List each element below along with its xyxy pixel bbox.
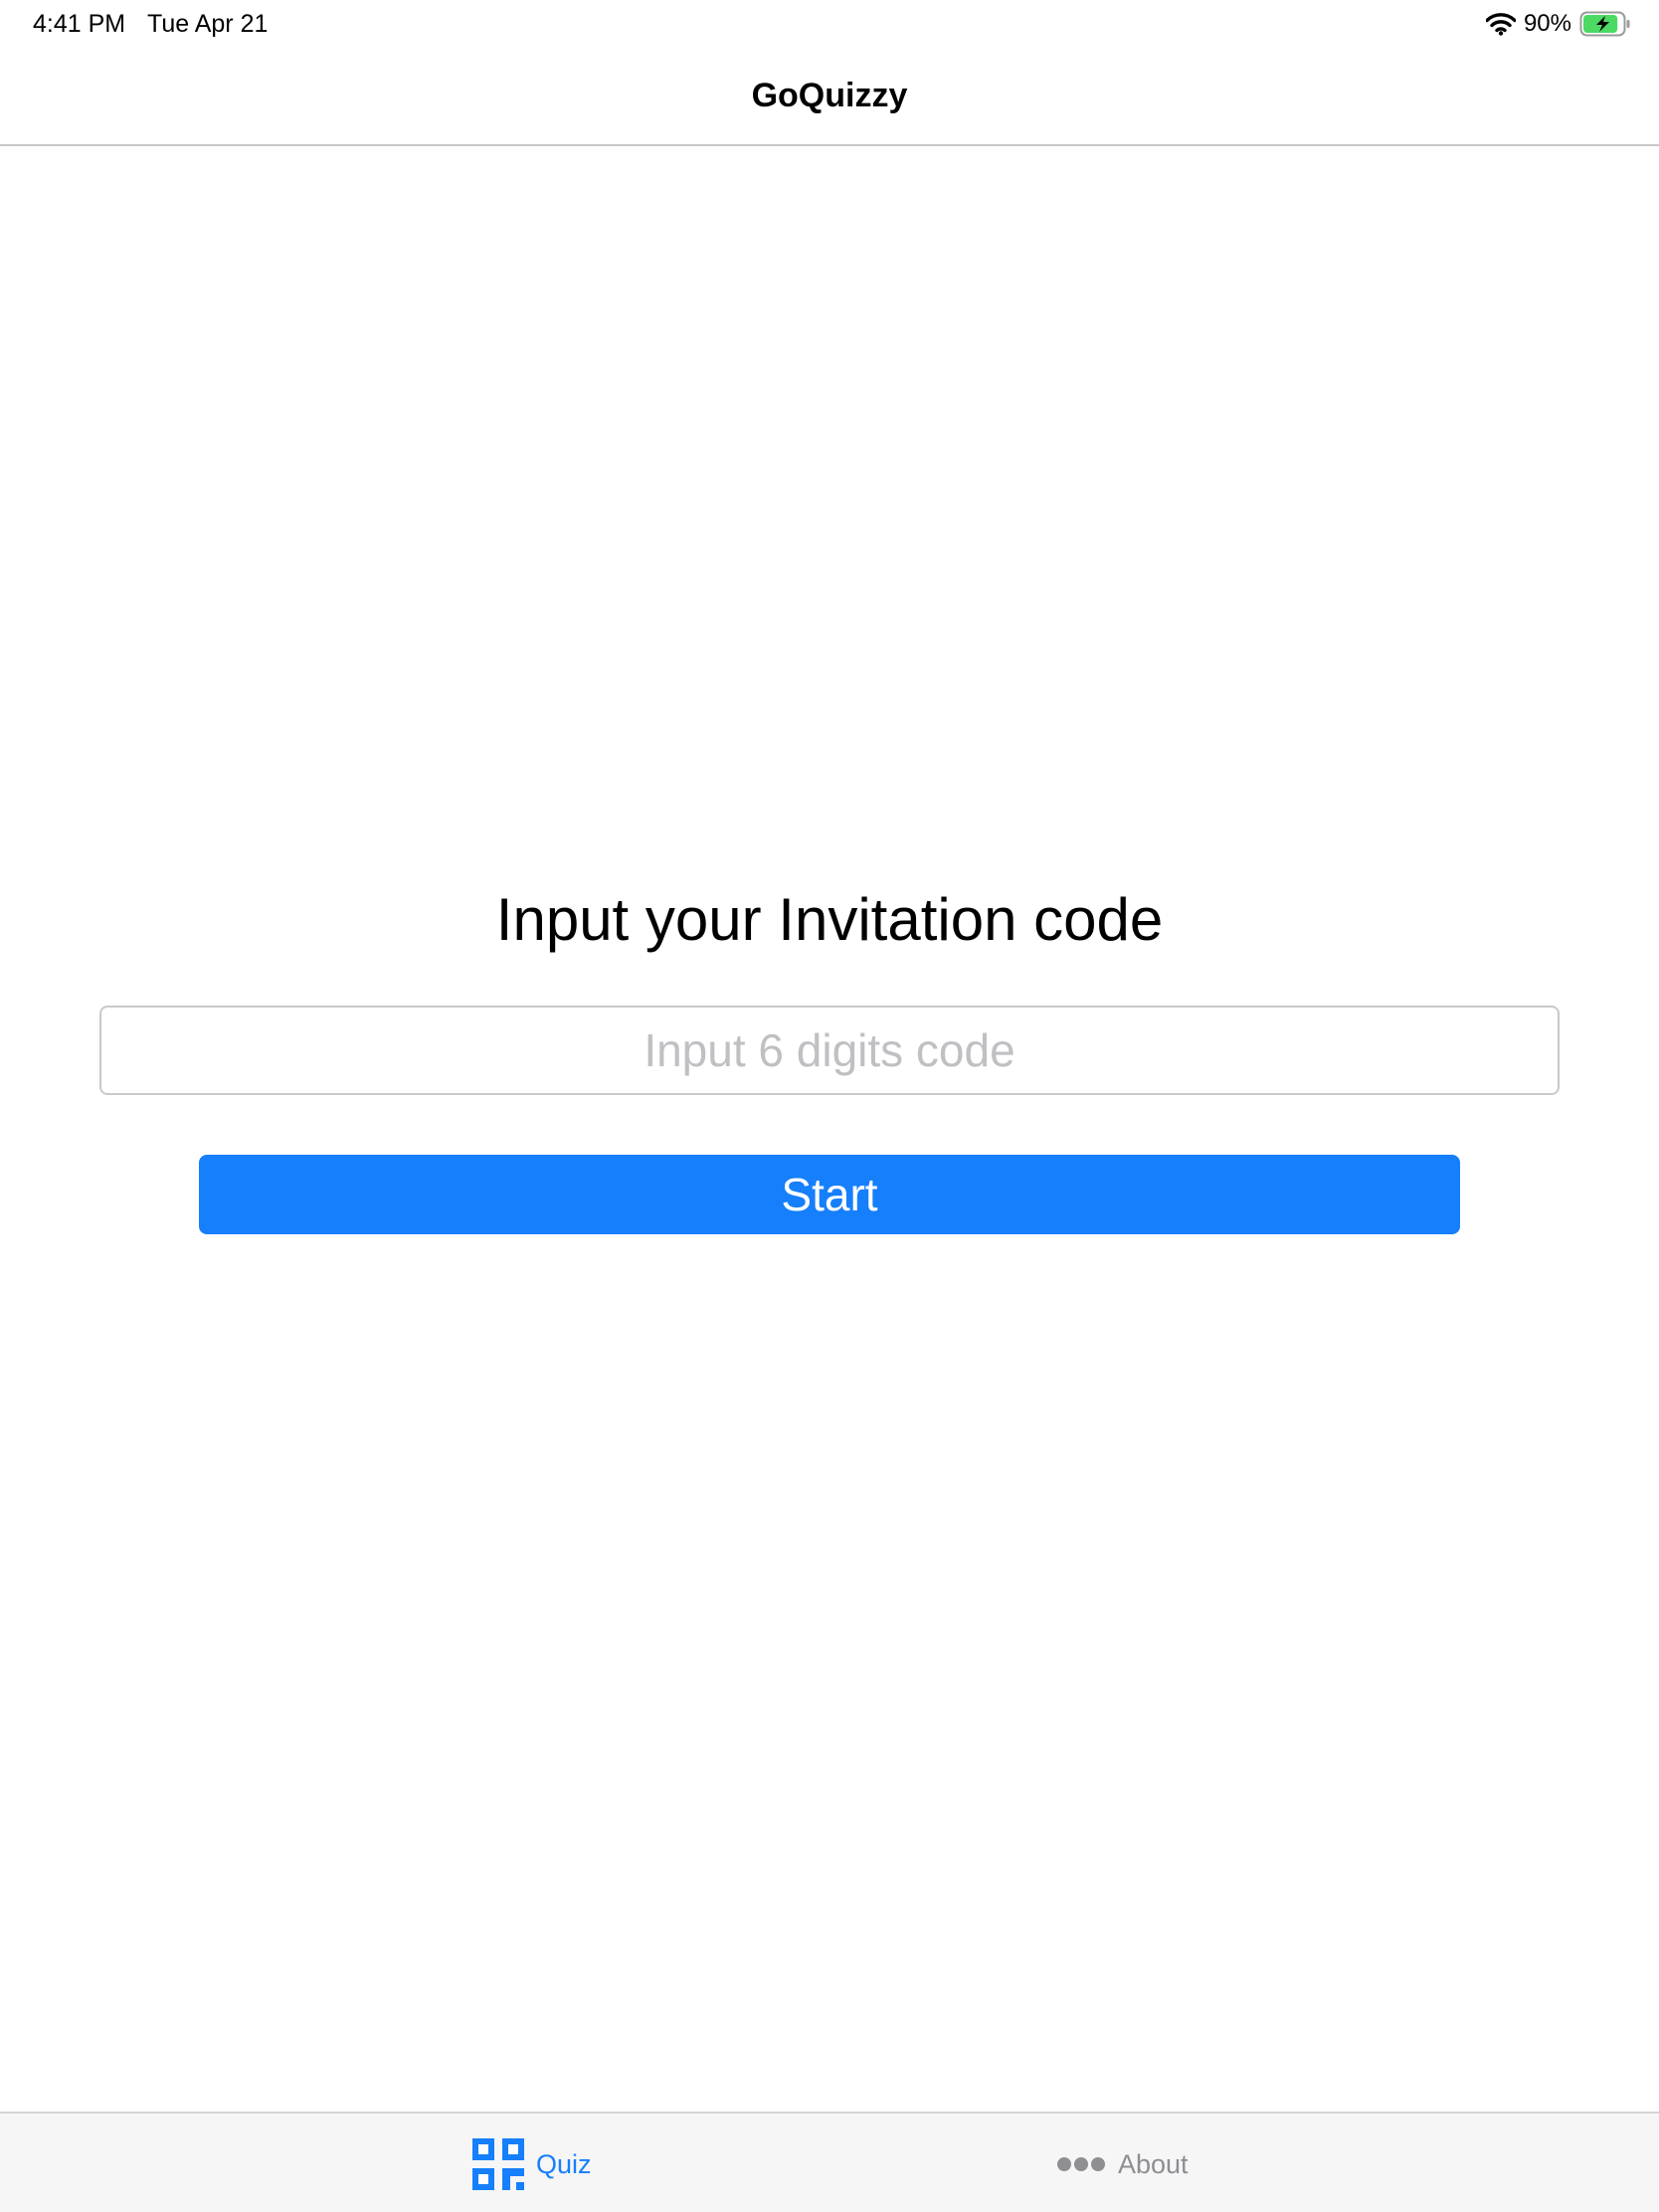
- invitation-heading: Input your Invitation code: [495, 886, 1164, 953]
- tab-bar: Quiz About: [0, 2112, 1659, 2212]
- navigation-bar: GoQuizzy: [0, 48, 1659, 146]
- status-indicators: 90%: [1485, 10, 1631, 38]
- tab-quiz[interactable]: Quiz: [472, 2137, 592, 2191]
- battery-charging-icon: [1579, 11, 1631, 37]
- tab-about[interactable]: About: [1056, 2137, 1189, 2191]
- tab-about-label: About: [1118, 2149, 1189, 2179]
- status-bar: 4:41 PM Tue Apr 21 90%: [0, 0, 1659, 48]
- qr-code-icon: [472, 2138, 524, 2190]
- page-title: GoQuizzy: [751, 77, 908, 114]
- wifi-icon: [1485, 12, 1516, 36]
- tab-quiz-label: Quiz: [536, 2149, 592, 2179]
- battery-percent: 90%: [1523, 10, 1571, 37]
- status-date: Tue Apr 21: [147, 10, 269, 38]
- more-dots-icon: [1056, 2156, 1106, 2172]
- status-time: 4:41 PM: [33, 10, 126, 38]
- invitation-code-input[interactable]: [99, 1006, 1560, 1095]
- start-button[interactable]: Start: [199, 1155, 1460, 1234]
